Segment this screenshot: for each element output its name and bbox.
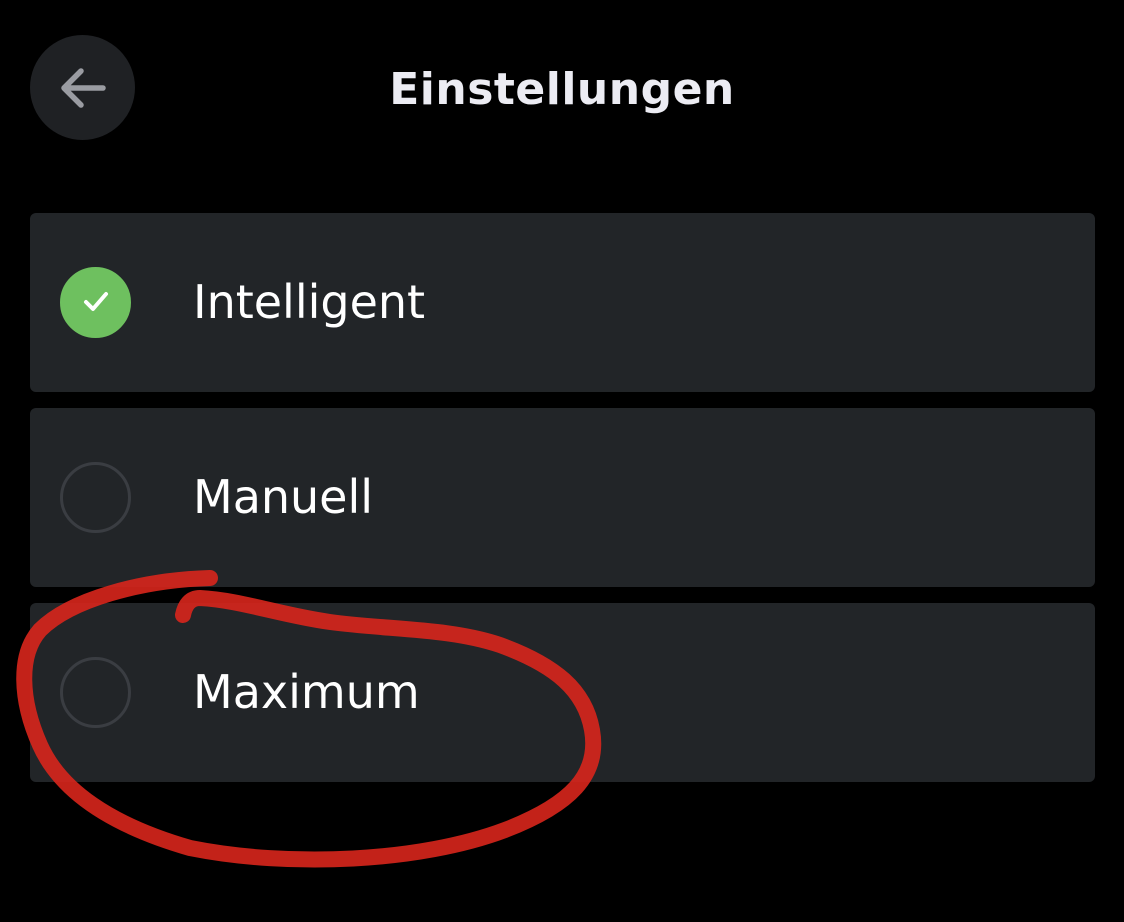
radio-unselected[interactable]	[60, 657, 131, 728]
radio-unselected[interactable]	[60, 462, 131, 533]
option-manuell[interactable]: Manuell	[30, 408, 1095, 587]
option-label: Intelligent	[193, 275, 426, 329]
option-intelligent[interactable]: Intelligent	[30, 213, 1095, 392]
option-label: Manuell	[193, 470, 374, 524]
option-list: Intelligent Manuell Maximum	[30, 213, 1095, 798]
check-icon	[79, 284, 113, 322]
page-title: Einstellungen	[389, 64, 735, 115]
option-label: Maximum	[193, 665, 420, 719]
option-maximum[interactable]: Maximum	[30, 603, 1095, 782]
radio-selected[interactable]	[60, 267, 131, 338]
